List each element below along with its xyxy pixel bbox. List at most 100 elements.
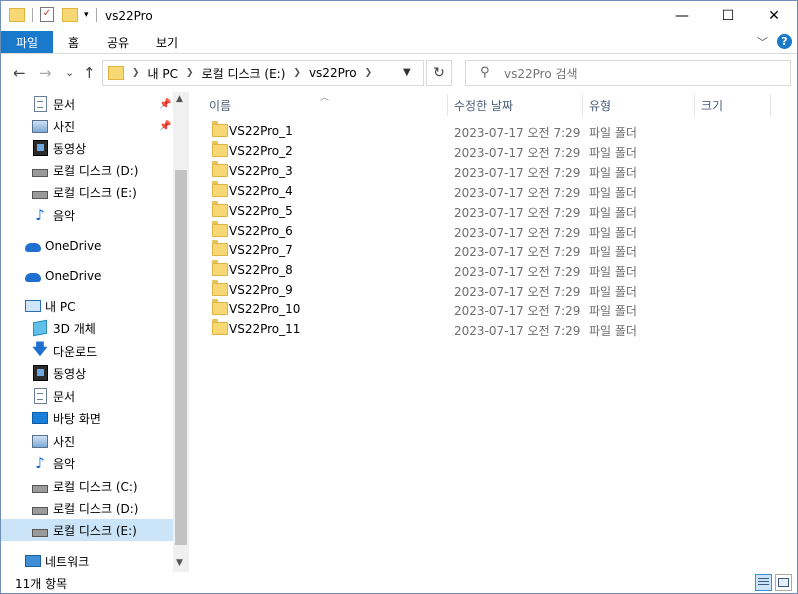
file-row[interactable]: VS22Pro_11 2023-07-17 오전 7:29 파일 폴더 bbox=[207, 319, 677, 339]
forward-button[interactable]: → bbox=[39, 64, 52, 82]
file-type: 파일 폴더 bbox=[589, 166, 637, 180]
recent-locations-button[interactable]: ⌄ bbox=[65, 66, 74, 79]
column-divider[interactable] bbox=[447, 94, 448, 116]
sidebar-item-onedrive-1[interactable]: OneDrive bbox=[1, 235, 173, 257]
sidebar-item-documents[interactable]: 문서 bbox=[1, 385, 173, 407]
scrollbar-thumb[interactable] bbox=[175, 170, 187, 545]
file-row[interactable]: VS22Pro_7 2023-07-17 오전 7:29 파일 폴더 bbox=[207, 240, 677, 260]
sidebar-item-drive-e-quick[interactable]: 로컬 디스크 (E:) bbox=[1, 181, 173, 203]
details-view-button[interactable] bbox=[755, 574, 772, 591]
search-input[interactable] bbox=[502, 64, 776, 84]
customize-toolbar-icon[interactable]: ▾ bbox=[84, 10, 89, 20]
sidebar-item-onedrive-2[interactable]: OneDrive bbox=[1, 265, 173, 287]
file-row[interactable]: VS22Pro_1 2023-07-17 오전 7:29 파일 폴더 bbox=[207, 121, 677, 141]
file-modified: 2023-07-17 오전 7:29 bbox=[454, 304, 581, 318]
file-row[interactable]: VS22Pro_4 2023-07-17 오전 7:29 파일 폴더 bbox=[207, 181, 677, 201]
file-row[interactable]: VS22Pro_9 2023-07-17 오전 7:29 파일 폴더 bbox=[207, 280, 677, 300]
breadcrumb-separator-icon[interactable]: ❯ bbox=[293, 68, 301, 78]
folder-icon bbox=[212, 121, 228, 137]
up-button[interactable]: ↑ bbox=[83, 64, 96, 82]
file-name: VS22Pro_10 bbox=[229, 302, 301, 316]
sidebar-item-videos-quick[interactable]: 동영상 bbox=[1, 137, 173, 159]
sidebar-item-this-pc[interactable]: 내 PC bbox=[1, 295, 173, 317]
sidebar-item-music[interactable]: ♪ 음악 bbox=[1, 452, 173, 474]
properties-icon[interactable]: ✓ bbox=[40, 7, 54, 22]
breadcrumb-drive-e[interactable]: 로컬 디스크 (E:) bbox=[202, 65, 286, 82]
drive-icon bbox=[32, 522, 48, 538]
column-divider[interactable] bbox=[582, 94, 583, 116]
file-modified: 2023-07-17 오전 7:29 bbox=[454, 226, 581, 240]
breadcrumb-vs22pro[interactable]: vs22Pro bbox=[309, 66, 357, 80]
sidebar-item-documents-quick[interactable]: 문서 📌 bbox=[1, 93, 173, 115]
breadcrumb-separator-icon[interactable]: ❯ bbox=[186, 68, 194, 78]
sidebar-item-pictures-quick[interactable]: 사진 📌 bbox=[1, 115, 173, 137]
sidebar-item-label: 로컬 디스크 (E:) bbox=[53, 185, 137, 200]
tab-file[interactable]: 파일 bbox=[1, 31, 53, 53]
drive-icon bbox=[32, 162, 48, 178]
search-box[interactable]: ⚲ bbox=[465, 60, 791, 86]
scroll-down-icon[interactable]: ▼ bbox=[176, 558, 183, 568]
pin-icon: 📌 bbox=[159, 120, 172, 132]
status-bar: 11개 항목 bbox=[1, 573, 797, 593]
folder-icon bbox=[212, 299, 228, 315]
column-header-name[interactable]: 이름 bbox=[209, 92, 447, 118]
document-icon bbox=[32, 388, 48, 404]
file-row[interactable]: VS22Pro_3 2023-07-17 오전 7:29 파일 폴더 bbox=[207, 161, 677, 181]
sidebar-item-label: 사진 bbox=[53, 119, 76, 134]
sidebar-item-music-quick[interactable]: ♪ 음악 bbox=[1, 204, 173, 226]
help-icon[interactable]: ? bbox=[777, 34, 792, 49]
large-icons-view-button[interactable] bbox=[775, 574, 792, 591]
breadcrumb-this-pc[interactable]: 내 PC bbox=[148, 65, 178, 82]
refresh-button[interactable]: ↻ bbox=[426, 60, 452, 86]
sidebar-item-desktop[interactable]: 바탕 화면 bbox=[1, 407, 173, 429]
navigation-bar: ← → ⌄ ↑ ❯ 내 PC ❯ 로컬 디스크 (E:) ❯ vs22Pro ❯… bbox=[1, 54, 797, 92]
file-row[interactable]: VS22Pro_10 2023-07-17 오전 7:29 파일 폴더 bbox=[207, 299, 677, 319]
sidebar-item-label: 로컬 디스크 (D:) bbox=[53, 501, 139, 516]
file-modified: 2023-07-17 오전 7:29 bbox=[454, 285, 581, 299]
close-button[interactable]: ✕ bbox=[751, 1, 797, 31]
file-row[interactable]: VS22Pro_6 2023-07-17 오전 7:29 파일 폴더 bbox=[207, 221, 677, 241]
sidebar-item-network[interactable]: 네트워크 bbox=[1, 550, 173, 572]
onedrive-icon bbox=[25, 238, 41, 254]
file-row[interactable]: VS22Pro_8 2023-07-17 오전 7:29 파일 폴더 bbox=[207, 260, 677, 280]
navigation-scrollbar[interactable]: ▲ ▼ bbox=[173, 92, 189, 572]
sidebar-item-label: 로컬 디스크 (E:) bbox=[53, 523, 137, 538]
new-folder-icon[interactable] bbox=[62, 7, 78, 22]
column-divider[interactable] bbox=[694, 94, 695, 116]
column-header-size[interactable]: 크기 bbox=[701, 92, 769, 118]
sidebar-item-downloads[interactable]: 🡇 다운로드 bbox=[1, 340, 173, 362]
file-row[interactable]: VS22Pro_5 2023-07-17 오전 7:29 파일 폴더 bbox=[207, 201, 677, 221]
file-name: VS22Pro_5 bbox=[229, 204, 293, 218]
column-header-type[interactable]: 유형 bbox=[589, 92, 693, 118]
sidebar-item-videos[interactable]: 동영상 bbox=[1, 362, 173, 384]
file-name: VS22Pro_8 bbox=[229, 263, 293, 277]
folder-icon bbox=[212, 201, 228, 217]
sidebar-item-drive-d-quick[interactable]: 로컬 디스크 (D:) bbox=[1, 159, 173, 181]
tab-view[interactable]: 보기 bbox=[156, 34, 178, 51]
column-header-modified[interactable]: 수정한 날짜 bbox=[454, 92, 581, 118]
sidebar-item-label: 문서 bbox=[53, 97, 76, 112]
breadcrumb-separator-icon[interactable]: ❯ bbox=[365, 68, 373, 78]
tab-share[interactable]: 공유 bbox=[107, 34, 129, 51]
file-type: 파일 폴더 bbox=[589, 304, 637, 318]
file-name: VS22Pro_11 bbox=[229, 322, 301, 336]
folder-icon bbox=[212, 161, 228, 177]
maximize-button[interactable]: ☐ bbox=[705, 1, 751, 31]
sidebar-item-drive-e[interactable]: 로컬 디스크 (E:) bbox=[1, 519, 173, 541]
file-name: VS22Pro_3 bbox=[229, 164, 293, 178]
address-bar[interactable]: ❯ 내 PC ❯ 로컬 디스크 (E:) ❯ vs22Pro ❯ bbox=[102, 60, 424, 86]
breadcrumb-separator-icon[interactable]: ❯ bbox=[132, 68, 140, 78]
address-dropdown-icon[interactable]: ▼ bbox=[403, 67, 411, 78]
tab-home[interactable]: 홈 bbox=[68, 34, 79, 51]
column-divider[interactable] bbox=[770, 94, 771, 116]
expand-ribbon-icon[interactable]: ﹀ bbox=[757, 34, 768, 50]
sidebar-item-3d-objects[interactable]: 3D 개체 bbox=[1, 317, 173, 339]
minimize-button[interactable]: — bbox=[659, 1, 705, 31]
sidebar-item-drive-c[interactable]: 로컬 디스크 (C:) bbox=[1, 475, 173, 497]
scroll-up-icon[interactable]: ▲ bbox=[176, 94, 183, 104]
file-row[interactable]: VS22Pro_2 2023-07-17 오전 7:29 파일 폴더 bbox=[207, 141, 677, 161]
sidebar-item-label: 3D 개체 bbox=[53, 321, 96, 336]
back-button[interactable]: ← bbox=[13, 64, 26, 82]
sidebar-item-drive-d[interactable]: 로컬 디스크 (D:) bbox=[1, 497, 173, 519]
sidebar-item-pictures[interactable]: 사진 bbox=[1, 430, 173, 452]
